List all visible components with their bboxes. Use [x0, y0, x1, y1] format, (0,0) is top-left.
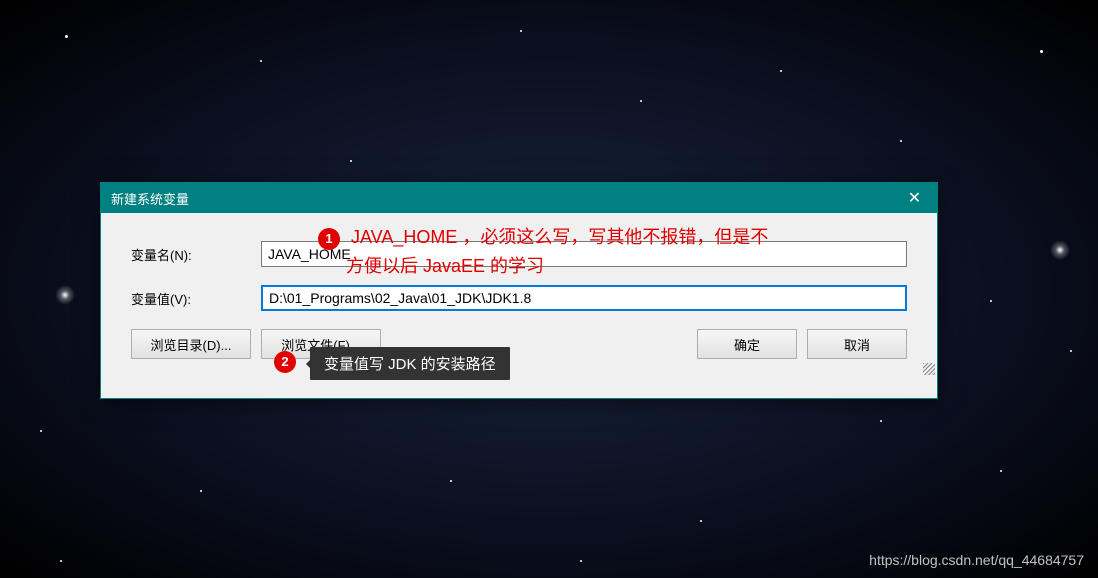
star-icon: [880, 420, 882, 422]
resize-grip-icon[interactable]: [923, 363, 935, 375]
star-icon: [350, 160, 352, 162]
confirm-button-group: 确定 取消: [697, 329, 907, 359]
star-icon: [990, 300, 992, 302]
variable-name-input[interactable]: [261, 241, 907, 267]
star-icon: [65, 35, 68, 38]
variable-value-input[interactable]: [261, 285, 907, 311]
browse-directory-button[interactable]: 浏览目录(D)...: [131, 329, 251, 359]
star-icon: [200, 490, 202, 492]
big-star-icon: [1050, 240, 1070, 260]
star-icon: [1000, 470, 1002, 472]
star-icon: [900, 140, 902, 142]
star-icon: [520, 30, 522, 32]
close-icon[interactable]: ✕: [892, 183, 937, 213]
star-icon: [580, 560, 582, 562]
cancel-button[interactable]: 取消: [807, 329, 907, 359]
star-icon: [640, 100, 642, 102]
variable-name-row: 变量名(N):: [131, 241, 907, 267]
star-icon: [40, 430, 42, 432]
star-icon: [260, 60, 262, 62]
ok-button[interactable]: 确定: [697, 329, 797, 359]
star-icon: [1040, 50, 1043, 53]
annotation-2-tooltip: 变量值写 JDK 的安装路径: [310, 347, 510, 380]
big-star-icon: [55, 285, 75, 305]
watermark: https://blog.csdn.net/qq_44684757: [869, 552, 1084, 568]
dialog-title: 新建系统变量: [111, 189, 189, 208]
star-icon: [450, 480, 452, 482]
annotation-2-tooltip-text: 变量值写 JDK 的安装路径: [324, 356, 496, 373]
new-system-variable-dialog: 新建系统变量 ✕ 变量名(N): 变量值(V): 浏览目录(D)... 浏览文件…: [100, 182, 938, 399]
dialog-body: 变量名(N): 变量值(V): 浏览目录(D)... 浏览文件(F)... 确定…: [101, 213, 937, 377]
dialog-button-row: 浏览目录(D)... 浏览文件(F)... 确定 取消: [131, 329, 907, 359]
star-icon: [60, 560, 62, 562]
variable-name-label: 变量名(N):: [131, 245, 261, 264]
star-icon: [700, 520, 702, 522]
variable-value-label: 变量值(V):: [131, 289, 261, 308]
star-icon: [780, 70, 782, 72]
star-icon: [1070, 350, 1072, 352]
variable-value-row: 变量值(V):: [131, 285, 907, 311]
dialog-titlebar: 新建系统变量 ✕: [101, 183, 937, 213]
